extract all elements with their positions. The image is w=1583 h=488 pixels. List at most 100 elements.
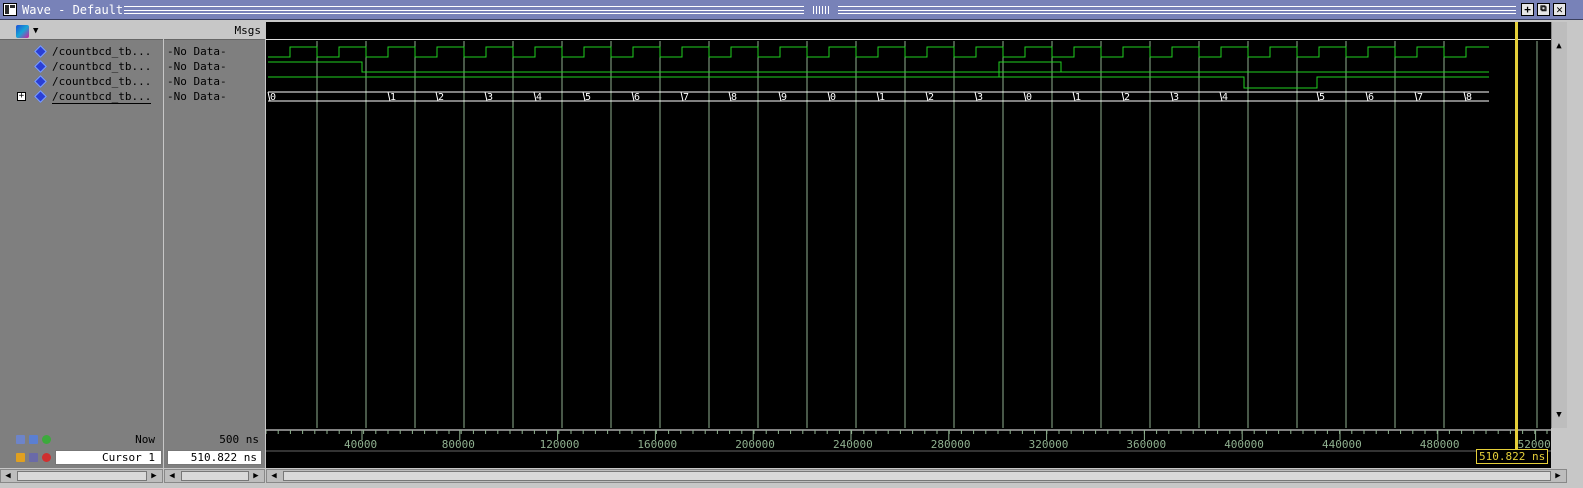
values-pane: Msgs -No Data- -No Data- -No Data- -No Data… [164,22,265,428]
lock-icon[interactable] [16,453,25,462]
axis-tick-label: 320000 [1029,438,1069,451]
cursor-names-panel: Now Cursor 1 [0,428,163,468]
titlebar-grip-right [838,6,1516,14]
signal-value: -No Data- [167,45,227,58]
names-horizontal-scrollbar[interactable]: ◀ ▶ [0,469,163,483]
scroll-up-icon[interactable]: ▲ [1554,41,1564,51]
axis-tick-label: 160000 [637,438,677,451]
signal-row[interactable]: /countbcd_tb... [0,59,163,74]
bus-value: 7 [683,92,689,103]
bus-value: 0 [270,92,276,103]
axis-tick-label: 80000 [442,438,475,451]
axis-tick-label: 360000 [1126,438,1166,451]
cursor-line [1515,22,1518,428]
bus-value: 3 [977,92,983,103]
bus-value: 1 [1075,92,1081,103]
bus-value: 4 [536,92,542,103]
msgs-header: Msgs [164,22,265,40]
signal-row[interactable]: /countbcd_tb... [0,74,163,89]
vertical-scrollbar-track [1567,22,1583,428]
app-icon[interactable] [3,3,17,16]
titlebar-grip-left [124,6,804,14]
zoom-icon[interactable] [16,435,25,444]
chevron-down-icon[interactable]: ▼ [33,26,38,36]
signal-name: /countbcd_tb... [52,45,152,58]
wave-horizontal-scrollbar[interactable]: ◀ ▶ [266,469,1567,483]
wave-scroll-thumb[interactable] [283,471,1551,481]
reset-waveform [268,61,1489,73]
window-icon[interactable] [29,435,38,444]
waveform-canvas[interactable]: 0 1 2 3 4 5 6 7 8 9 0 1 2 3 0 1 2 3 4 5 6 7 8 [266,22,1551,428]
bus-value: 3 [1173,92,1179,103]
scroll-right-icon[interactable]: ▶ [251,471,261,481]
bus-value: 5 [1319,92,1325,103]
wrench-icon[interactable] [29,453,38,462]
scroll-left-icon[interactable]: ◀ [3,471,13,481]
now-label: Now [135,433,155,446]
signal3-waveform [268,76,1489,89]
names-header: ▼ [0,22,163,40]
cursor-name-field[interactable]: Cursor 1 [55,450,162,465]
clock-waveform [268,46,1489,58]
bus-value: 6 [634,92,640,103]
bus-value: 0 [830,92,836,103]
signal-diamond-icon [34,90,47,103]
cursor-values-panel: 500 ns 510.822 ns [164,428,265,468]
expand-plus-icon[interactable]: + [17,92,26,101]
signal-diamond-icon [34,60,47,73]
hierarchy-icon[interactable] [16,25,29,38]
bus-value: 5 [585,92,591,103]
axis-tick-label: 120000 [540,438,580,451]
scroll-left-icon[interactable]: ◀ [167,471,177,481]
values-horizontal-scrollbar[interactable]: ◀ ▶ [164,469,265,483]
axis-tick-label: 200000 [735,438,775,451]
bus-value: 1 [390,92,396,103]
bus-value: 8 [731,92,737,103]
bus-value: 8 [1466,92,1472,103]
axis-tick-label: 240000 [833,438,873,451]
cursor-time-readout[interactable]: 510.822 ns [1476,449,1549,464]
signal-value: -No Data- [167,60,227,73]
waveform-pane[interactable]: 0 1 2 3 4 5 6 7 8 9 0 1 2 3 0 1 2 3 4 5 6 7 8 [266,22,1551,428]
now-value: 500 ns [219,433,259,446]
cursor-remove-icon[interactable] [42,453,51,462]
time-axis: 40000 80000 120000 160000 200000 240000 280000… [266,428,1551,452]
scroll-right-icon[interactable]: ▶ [1553,471,1563,481]
scroll-right-icon[interactable]: ▶ [149,471,159,481]
axis-tick-label: 400000 [1224,438,1264,451]
bus-value: 1 [879,92,885,103]
bus-value: 2 [1124,92,1130,103]
names-scroll-thumb[interactable] [17,471,147,481]
axis-tick-label: 40000 [344,438,377,451]
signal-row[interactable]: /countbcd_tb... [0,44,163,59]
carry-waveform [268,61,1489,78]
signal-value: -No Data- [167,90,227,103]
close-button[interactable]: ✕ [1553,3,1566,16]
time-axis-panel[interactable]: 40000 80000 120000 160000 200000 240000 280000… [266,428,1551,468]
window-titlebar: Wave - Default + ⧉ ✕ [0,0,1583,20]
titlebar-handle[interactable] [813,6,829,14]
maximize-button[interactable]: + [1521,3,1534,16]
bus-value: 3 [487,92,493,103]
signal-name: /countbcd_tb... [52,75,152,88]
signal-name: /countbcd_tb... [52,90,152,104]
restore-button[interactable]: ⧉ [1537,3,1550,16]
vertical-scrollbar[interactable]: ▲ ▼ [1551,22,1567,428]
signal-names-pane: ▼ /countbcd_tb... /countbcd_tb... /countbc… [0,22,163,428]
values-scroll-thumb[interactable] [181,471,249,481]
scroll-left-icon[interactable]: ◀ [269,471,279,481]
bus-value: 2 [928,92,934,103]
cursor-marker [1515,428,1518,451]
window-title: Wave - Default [22,3,124,17]
cursor-value-field[interactable]: 510.822 ns [167,450,262,465]
scroll-down-icon[interactable]: ▼ [1554,410,1564,420]
bus-value: 9 [781,92,787,103]
signal-value: -No Data- [167,75,227,88]
signal-row[interactable]: + /countbcd_tb... [0,89,163,104]
cursor-add-icon[interactable] [42,435,51,444]
signal-diamond-icon [34,45,47,58]
axis-tick-label: 440000 [1322,438,1362,451]
axis-tick-label: 480000 [1420,438,1460,451]
timeline-area: Now Cursor 1 500 ns 510.822 ns 40000 8000… [0,428,1583,488]
axis-tick-label: 280000 [931,438,971,451]
